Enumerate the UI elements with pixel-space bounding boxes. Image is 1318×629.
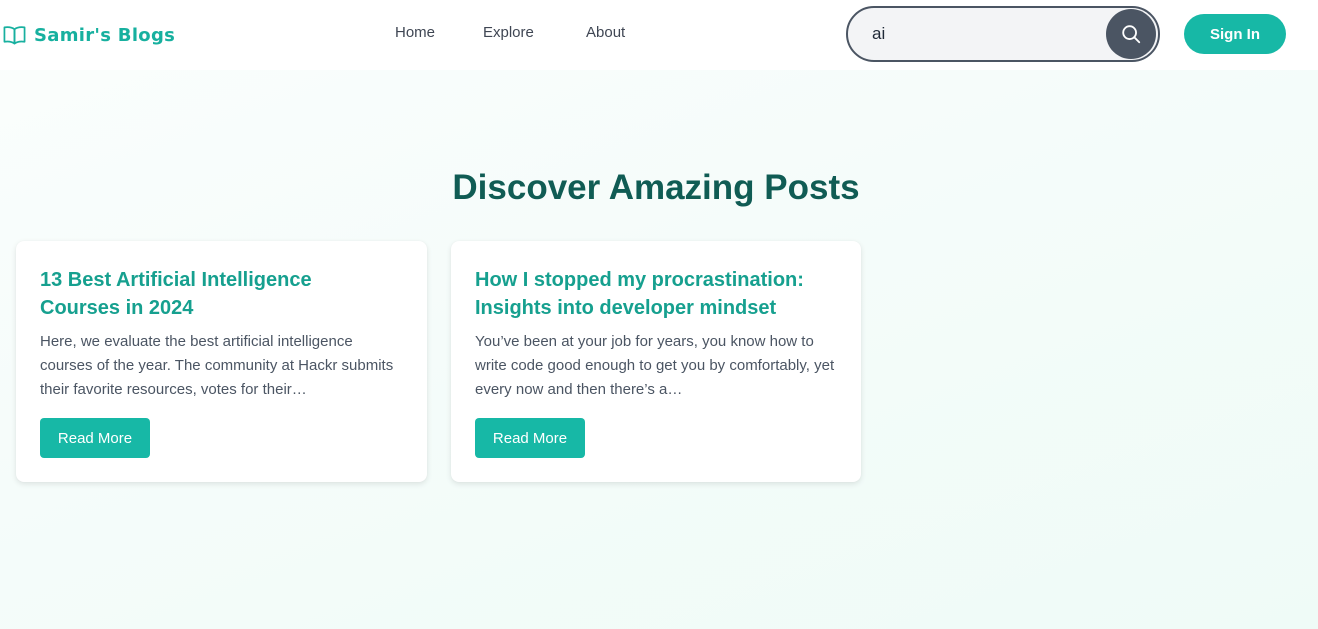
brand-name: Samir's Blogs (34, 24, 176, 46)
page-title: Discover Amazing Posts (452, 168, 860, 207)
nav-link-home[interactable]: Home (395, 24, 435, 41)
book-open-icon (3, 26, 26, 45)
post-title[interactable]: How I stopped my procrastination: Insigh… (475, 266, 825, 322)
page: Samir's Blogs Home Explore About Sign In… (0, 0, 1318, 629)
sign-in-button[interactable]: Sign In (1184, 14, 1286, 54)
post-title[interactable]: 13 Best Artificial Intelligence Courses … (40, 266, 390, 322)
nav-link-about[interactable]: About (586, 24, 625, 41)
read-more-button[interactable]: Read More (475, 418, 585, 458)
search-icon (1122, 25, 1141, 44)
read-more-button[interactable]: Read More (40, 418, 150, 458)
nav-link-explore[interactable]: Explore (483, 24, 534, 41)
search-button[interactable] (1106, 9, 1156, 59)
site-header: Samir's Blogs Home Explore About Sign In (0, 0, 1318, 70)
search-bar (846, 6, 1160, 62)
search-input[interactable] (872, 20, 1102, 48)
post-excerpt: Here, we evaluate the best artificial in… (40, 333, 394, 398)
post-excerpt: You’ve been at your job for years, you k… (475, 333, 835, 398)
post-card: 13 Best Artificial Intelligence Courses … (16, 241, 427, 482)
brand-logo-link[interactable]: Samir's Blogs (3, 22, 175, 48)
post-card: How I stopped my procrastination: Insigh… (451, 241, 861, 482)
